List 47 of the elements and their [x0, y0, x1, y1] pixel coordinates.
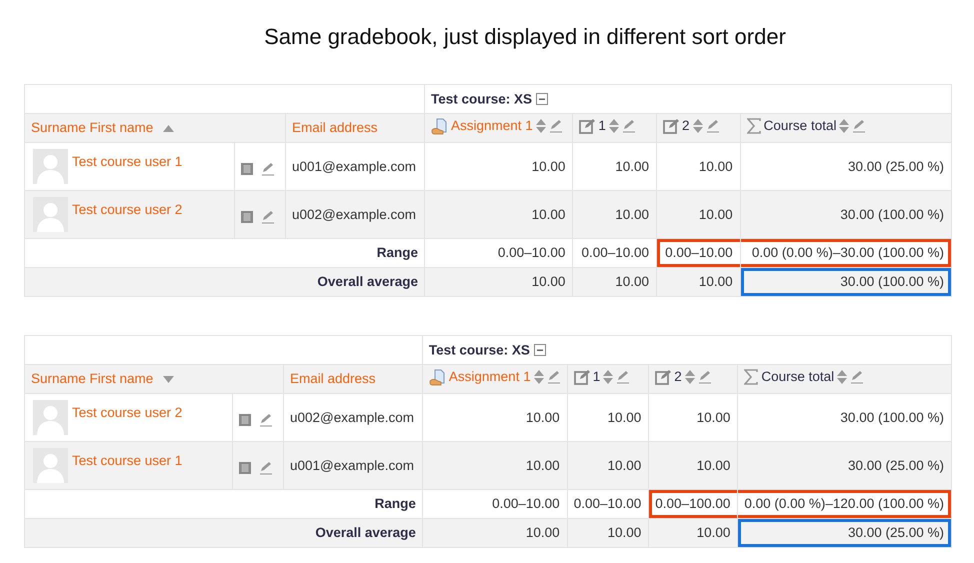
course-total-heading: Course total	[761, 369, 834, 385]
grade-cell: 10.00	[422, 394, 568, 442]
grade-cell: 10.00	[656, 190, 740, 238]
grade-item-name: 1	[592, 369, 600, 385]
range-cell: 0.00 (0.00 %)–30.00 (100.00 %)	[740, 238, 952, 268]
range-cell: 0.00 (0.00 %)–120.00 (100.00 %)	[738, 490, 952, 518]
grade-cell: 30.00 (100.00 %)	[738, 394, 952, 442]
email-cell: u001@example.com	[286, 142, 424, 190]
grade-cell: 30.00 (25.00 %)	[740, 142, 952, 190]
average-cell: 10.00	[422, 518, 568, 548]
average-cell: 10.00	[567, 518, 649, 548]
average-label: Overall average	[24, 518, 422, 548]
average-label: Overall average	[24, 268, 424, 296]
grade-cell: 10.00	[424, 142, 573, 190]
category-title: Test course: XS	[428, 342, 530, 358]
grade-cell: 10.00	[424, 190, 573, 238]
user-link[interactable]: Test course user 2	[72, 202, 182, 218]
average-cell: 10.00	[648, 518, 738, 548]
grade-cell: 10.00	[567, 442, 649, 490]
grade-cell: 10.00	[572, 142, 657, 190]
average-cell: 30.00 (100.00 %)	[740, 268, 952, 296]
email-cell: u002@example.com	[283, 394, 422, 442]
range-cell: 0.00–100.00	[648, 490, 738, 518]
email-cell: u001@example.com	[283, 442, 422, 490]
grade-cell: 10.00	[422, 442, 568, 490]
user-link[interactable]: Test course user 1	[72, 452, 182, 468]
user-link[interactable]: Test course user 1	[72, 154, 182, 170]
grade-cell: 10.00	[656, 142, 740, 190]
grade-cell: 10.00	[648, 394, 738, 442]
user-link[interactable]: Test course user 2	[72, 404, 182, 420]
average-cell: 10.00	[656, 268, 740, 296]
course-total-heading: Course total	[764, 118, 836, 134]
grade-cell: 30.00 (25.00 %)	[738, 442, 952, 490]
range-cell: 0.00–10.00	[656, 238, 740, 268]
grade-cell: 10.00	[648, 442, 738, 490]
grade-cell: 30.00 (100.00 %)	[740, 190, 952, 238]
email-cell: u002@example.com	[286, 190, 424, 238]
grade-item-name: 1	[598, 118, 606, 134]
average-cell: 10.00	[572, 268, 657, 296]
category-title: Test course: XS	[431, 91, 532, 106]
average-cell: 10.00	[424, 268, 573, 296]
average-cell: 30.00 (25.00 %)	[738, 518, 952, 548]
page-title: Same gradebook, just displayed in different sort order	[263, 23, 787, 51]
grade-cell: 10.00	[567, 394, 649, 442]
grade-cell: 10.00	[572, 190, 657, 238]
grade-item-name: 2	[674, 369, 682, 385]
grade-item-name: 2	[682, 118, 690, 134]
